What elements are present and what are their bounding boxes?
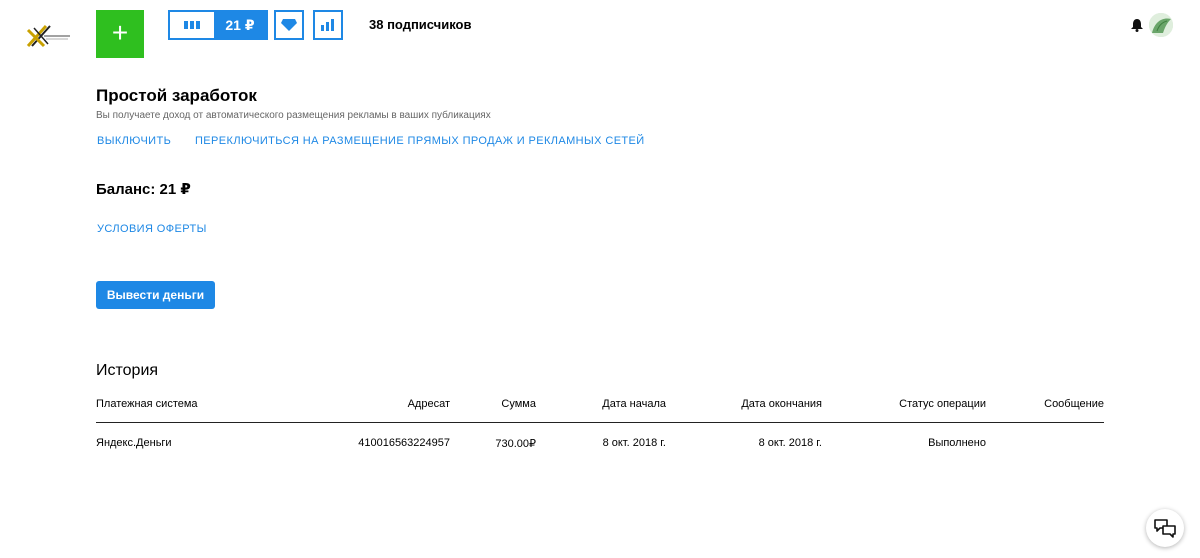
withdraw-button[interactable]: Вывести деньги	[96, 281, 215, 309]
offer-terms-link[interactable]: Условия оферты	[97, 223, 207, 235]
bell-icon[interactable]	[1130, 18, 1144, 32]
balance-text: Баланс: 21 ₽	[96, 181, 191, 198]
stats-icon[interactable]	[313, 10, 343, 40]
page-subtitle: Вы получаете доход от автоматического ра…	[96, 110, 491, 121]
bars-icon[interactable]	[170, 12, 214, 38]
table-cell: 730.00₽	[495, 438, 536, 450]
page-title: Простой заработок	[96, 86, 257, 105]
table-row: Яндекс.Деньги 410016563224957 730.00₽ 8 …	[96, 435, 1104, 453]
table-header: Платежная система Адресат Сумма Дата нач…	[96, 396, 1104, 423]
subscribers-count: 38 подписчиков	[369, 17, 472, 32]
column-header: Статус операции	[899, 398, 986, 410]
column-header: Платежная система	[96, 398, 198, 410]
table-cell: 8 окт. 2018 г.	[602, 437, 666, 449]
chat-icon[interactable]	[1146, 509, 1184, 547]
history-table: Платежная система Адресат Сумма Дата нач…	[96, 396, 1104, 453]
avatar-icon[interactable]	[1149, 13, 1173, 37]
column-header: Дата окончания	[741, 398, 822, 410]
switch-mode-link[interactable]: Переключиться на размещение прямых прода…	[195, 135, 645, 147]
balance-amount[interactable]: 21 ₽	[214, 12, 266, 38]
column-header: Сумма	[501, 398, 536, 410]
diamond-icon[interactable]	[274, 10, 304, 40]
column-header: Сообщение	[1044, 398, 1104, 410]
disable-link[interactable]: Выключить	[97, 135, 171, 147]
logo-icon[interactable]	[24, 22, 72, 50]
column-header: Адресат	[407, 398, 450, 410]
balance-pill[interactable]: 21 ₽	[168, 10, 268, 40]
table-cell: Выполнено	[928, 437, 986, 449]
add-publication-button[interactable]: +	[96, 10, 144, 58]
table-cell: 8 окт. 2018 г.	[758, 437, 822, 449]
table-cell: Яндекс.Деньги	[96, 437, 172, 449]
history-title: История	[96, 362, 159, 379]
table-cell: 410016563224957	[358, 437, 450, 449]
column-header: Дата начала	[602, 398, 666, 410]
